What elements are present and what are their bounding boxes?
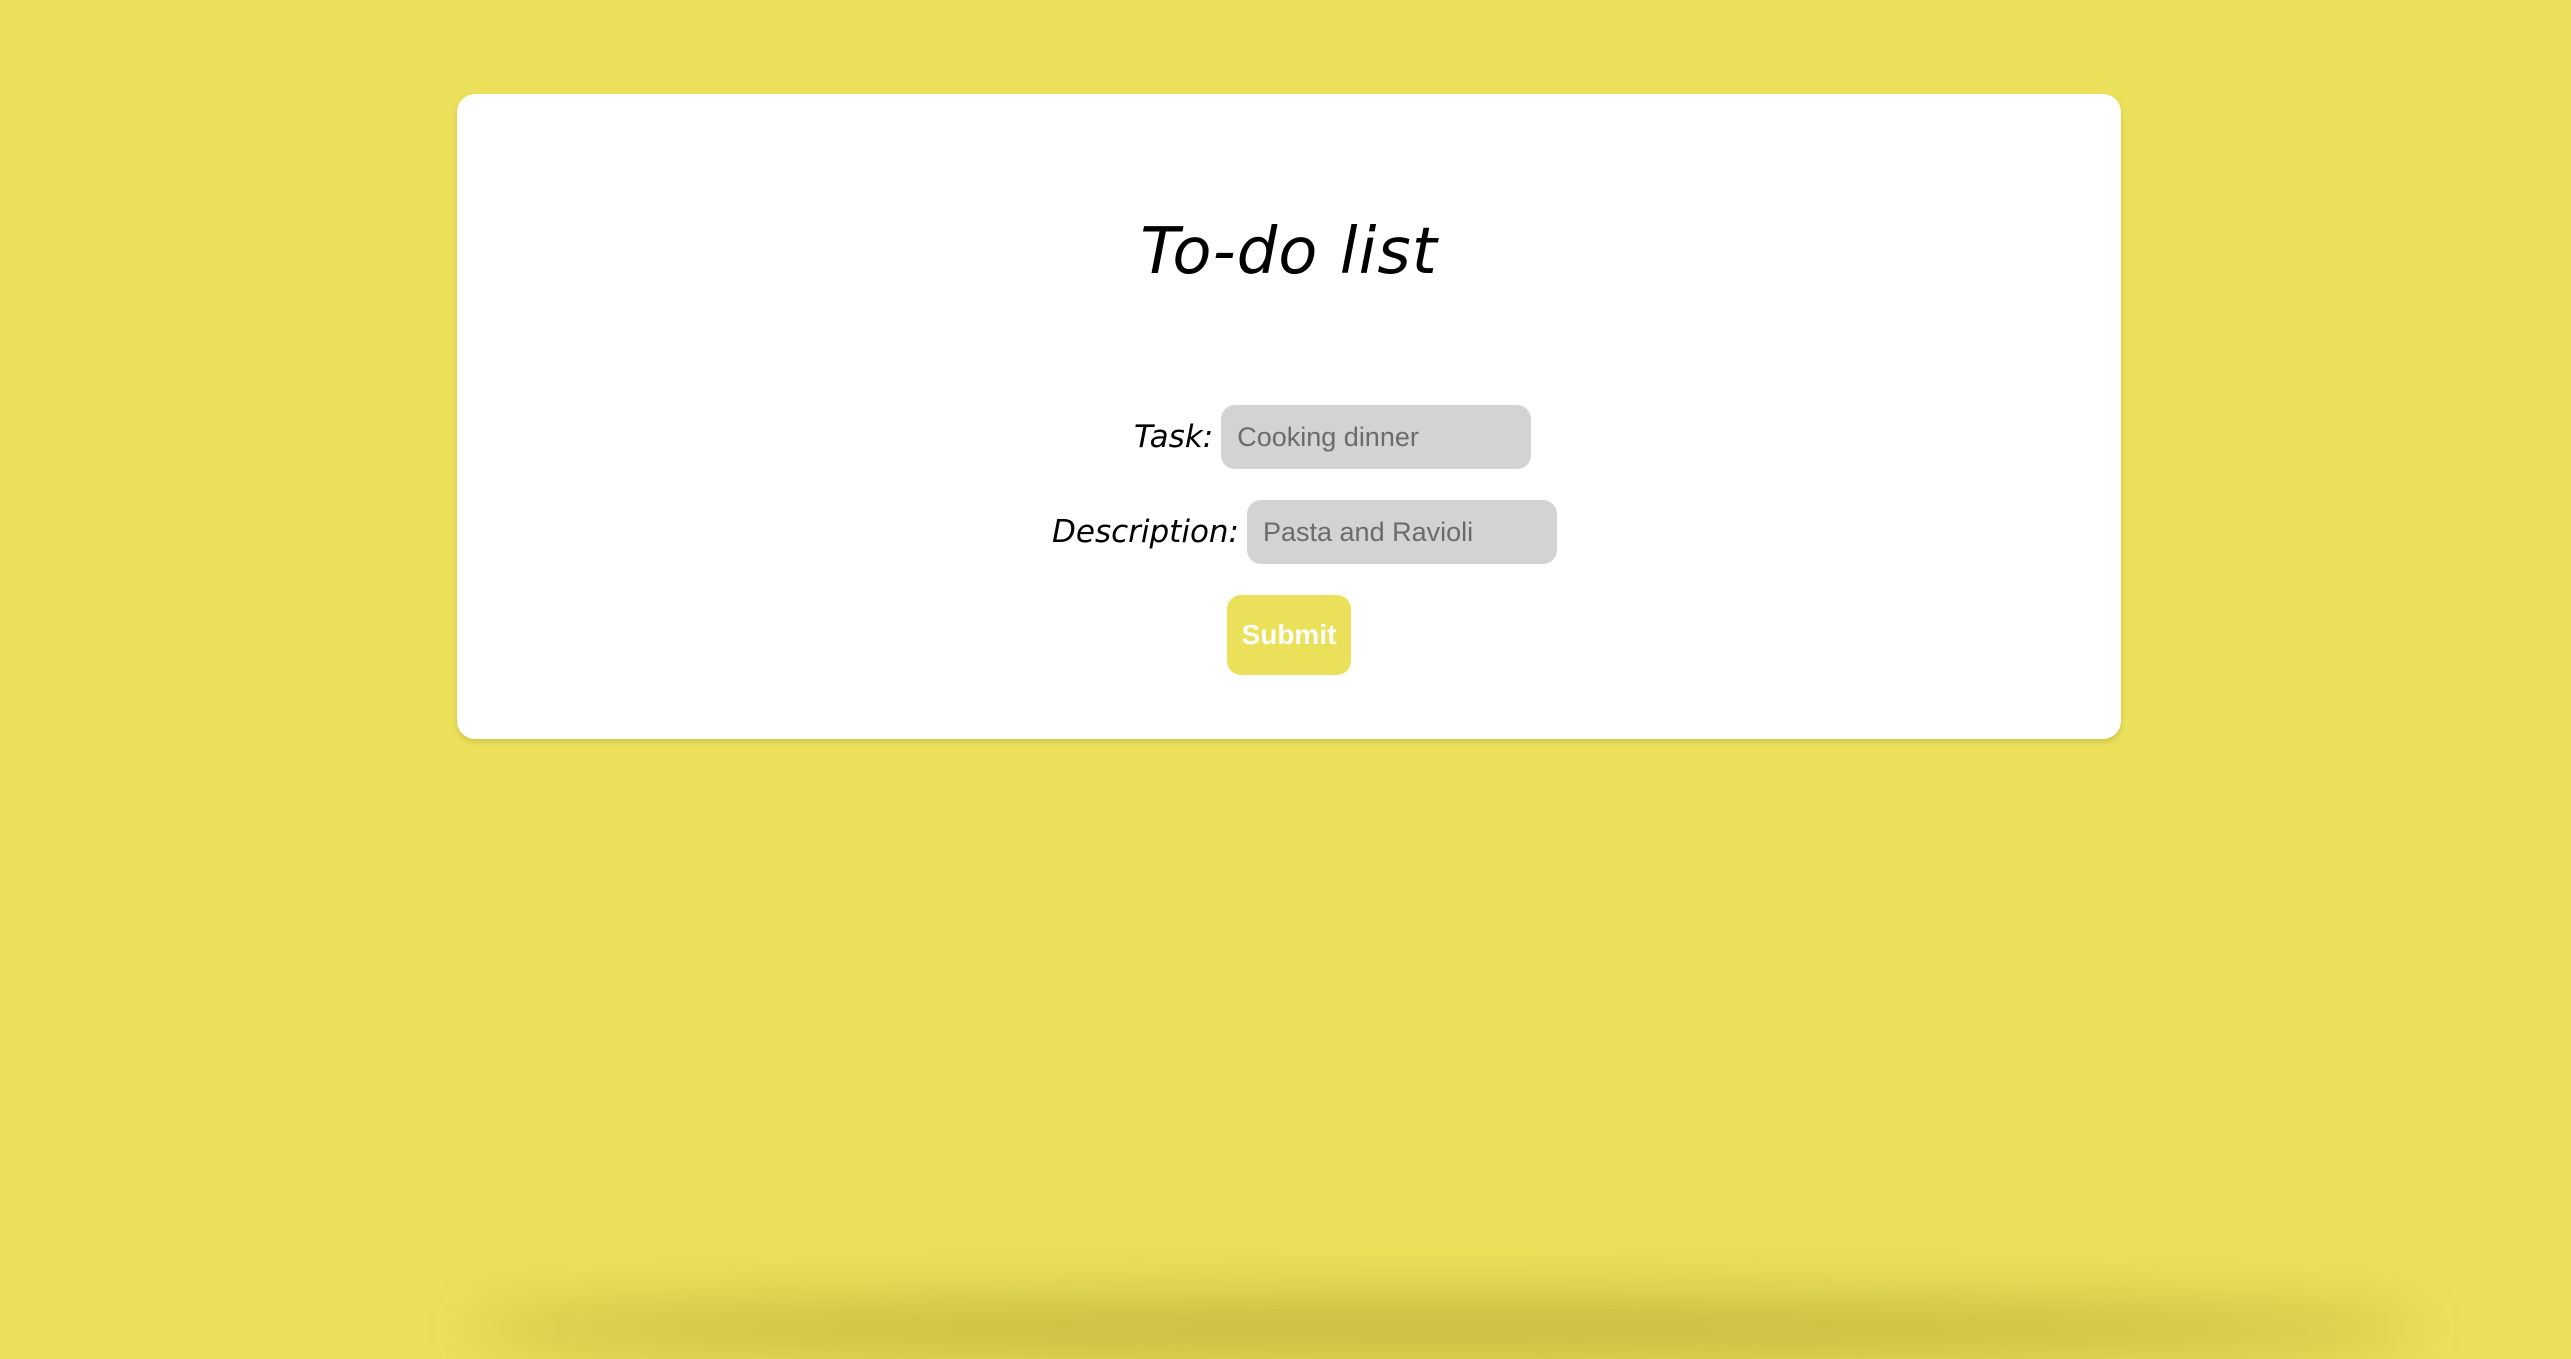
todo-card: To-do list Task: Description: Submit [457, 94, 2121, 739]
task-label: Task: [1134, 419, 1214, 455]
description-input[interactable] [1247, 500, 1557, 564]
task-row: Task: [1134, 405, 1532, 469]
page-title: To-do list [1140, 215, 1438, 289]
task-input[interactable] [1221, 405, 1532, 469]
description-label: Description: [1052, 514, 1239, 550]
page-bottom-shadow [470, 1299, 2420, 1359]
submit-button[interactable]: Submit [1227, 595, 1351, 675]
description-row: Description: [1052, 500, 1557, 564]
